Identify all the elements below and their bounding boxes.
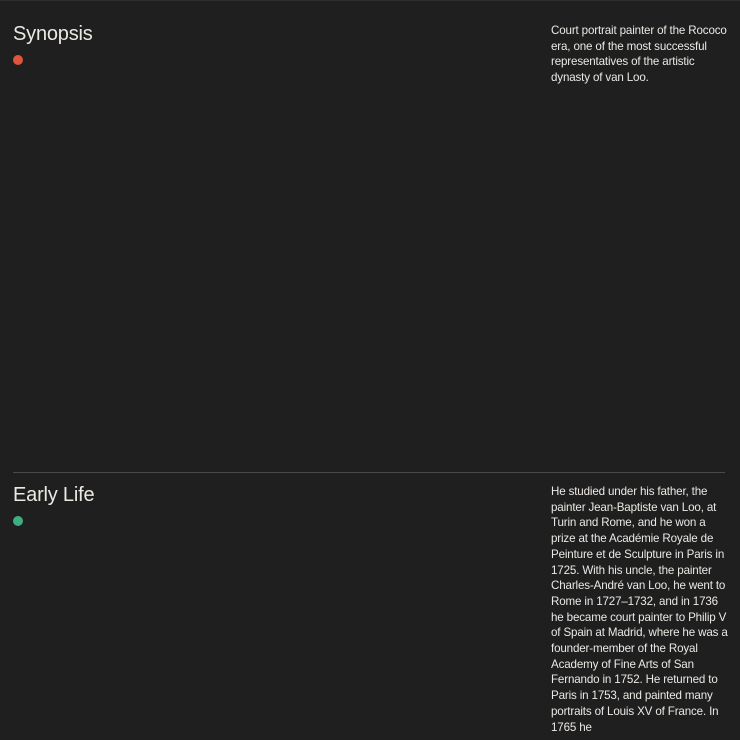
section-title-synopsis: Synopsis: [13, 23, 93, 45]
early-life-dot-marker: [13, 516, 23, 526]
section-title-early-life: Early Life: [13, 484, 95, 506]
section-synopsis: Synopsis Court portrait painter of the R…: [0, 0, 740, 472]
synopsis-text: Court portrait painter of the Rococo era…: [551, 24, 727, 85]
early-life-text: He studied under his father, the painter…: [551, 485, 728, 734]
section-divider: [13, 472, 725, 473]
synopsis-dot-marker: [13, 55, 23, 65]
section-early-life: Early Life He studied under his father, …: [0, 472, 740, 740]
